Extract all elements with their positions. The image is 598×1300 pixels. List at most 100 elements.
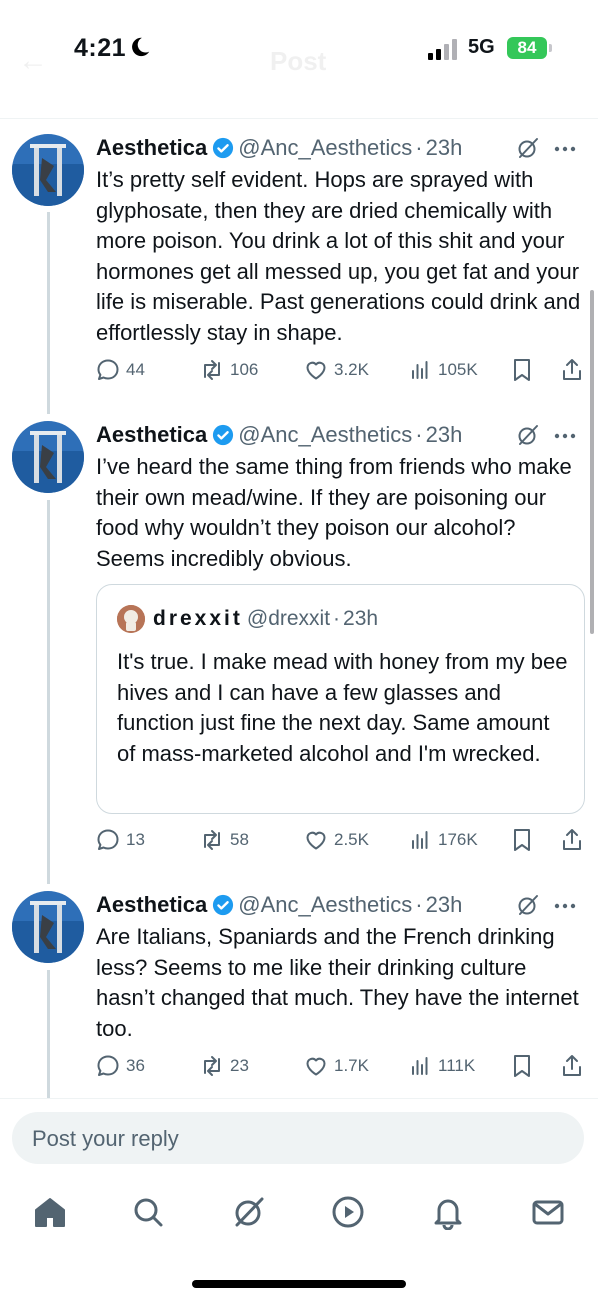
bottom-nav <box>0 1190 598 1236</box>
post-time[interactable]: 23h <box>426 422 463 448</box>
post[interactable]: Aesthetica @Anc_Aesthetics · 23h I’ve he… <box>0 421 598 861</box>
more-options-icon[interactable] <box>554 903 576 909</box>
reply-input[interactable]: Post your reply <box>12 1112 584 1164</box>
author-handle[interactable]: @Anc_Aesthetics <box>238 892 412 918</box>
post-time[interactable]: 23h <box>426 135 463 161</box>
repost-button[interactable]: 23 <box>200 1052 249 1080</box>
bookmark-icon[interactable] <box>510 357 534 383</box>
repost-icon <box>204 830 220 850</box>
back-arrow-icon[interactable]: ← <box>18 44 48 78</box>
repost-count: 58 <box>230 830 249 849</box>
analytics-icon <box>412 361 428 379</box>
post-header: Aesthetica @Anc_Aesthetics · 23h <box>96 891 584 919</box>
share-icon[interactable] <box>560 357 584 383</box>
author-name[interactable]: Aesthetica <box>96 892 207 918</box>
separator-dot: · <box>333 607 341 630</box>
heart-icon <box>306 831 326 850</box>
notifications-icon[interactable] <box>430 1194 466 1230</box>
home-indicator[interactable] <box>192 1280 406 1288</box>
more-options-icon[interactable] <box>554 146 576 152</box>
quoted-post-header: drexxit @drexxit · 23h <box>117 605 378 633</box>
author-handle[interactable]: @Anc_Aesthetics <box>238 422 412 448</box>
reply-icon <box>97 359 119 380</box>
repost-count: 106 <box>230 360 259 379</box>
view-count: 176K <box>438 830 478 849</box>
verified-badge-icon <box>213 424 234 446</box>
avatar[interactable] <box>12 891 84 963</box>
post-time[interactable]: 23h <box>426 892 463 918</box>
post-text: It’s pretty self evident. Hops are spray… <box>96 167 581 345</box>
quoted-post-time[interactable]: 23h <box>343 607 378 631</box>
grok-icon[interactable] <box>516 136 540 160</box>
post-text: Are Italians, Spaniards and the French d… <box>96 924 579 1041</box>
header-divider <box>0 118 598 119</box>
view-count: 111K <box>438 1056 476 1075</box>
grok-icon[interactable] <box>516 893 540 917</box>
author-name[interactable]: Aesthetica <box>96 135 207 161</box>
like-count: 3.2K <box>334 360 369 379</box>
avatar[interactable] <box>12 421 84 493</box>
share-icon[interactable] <box>560 827 584 853</box>
reply-count: 36 <box>126 1056 145 1075</box>
post-header: Aesthetica @Anc_Aesthetics · 23h <box>96 134 584 162</box>
repost-button[interactable]: 58 <box>200 826 249 854</box>
messages-icon[interactable] <box>530 1194 566 1230</box>
like-button[interactable]: 2.5K <box>304 826 369 854</box>
reply-button[interactable]: 44 <box>96 356 145 384</box>
heart-icon <box>306 361 326 380</box>
bookmark-icon[interactable] <box>510 1053 534 1079</box>
avatar[interactable] <box>12 134 84 206</box>
post[interactable]: Aesthetica @Anc_Aesthetics · 23h It’s pr… <box>0 134 598 394</box>
quoted-post-text: It's true. I make mead with honey from m… <box>117 649 568 766</box>
network-type: 5G <box>468 36 495 58</box>
search-icon[interactable] <box>130 1194 166 1230</box>
heart-icon <box>306 1057 326 1076</box>
share-icon[interactable] <box>560 1053 584 1079</box>
grok-icon[interactable] <box>516 423 540 447</box>
author-handle[interactable]: @Anc_Aesthetics <box>238 135 412 161</box>
more-options-icon[interactable] <box>554 433 576 439</box>
reply-divider <box>0 1098 598 1099</box>
verified-badge-icon <box>213 137 234 159</box>
quoted-avatar[interactable] <box>117 605 145 633</box>
repost-count: 23 <box>230 1056 249 1075</box>
battery-level: 84 <box>517 38 537 57</box>
views-button[interactable]: 176K <box>408 826 478 854</box>
like-button[interactable]: 1.7K <box>304 1052 369 1080</box>
reply-count: 44 <box>126 360 145 379</box>
reply-button[interactable]: 36 <box>96 1052 145 1080</box>
moon-icon <box>132 37 150 57</box>
reply-icon <box>97 1055 119 1076</box>
quoted-author-handle[interactable]: @drexxit <box>247 607 330 631</box>
like-count: 2.5K <box>334 830 369 849</box>
signal-icon <box>428 39 457 60</box>
separator-dot: · <box>415 422 423 447</box>
quoted-post[interactable]: drexxit @drexxit · 23h It's true. I make… <box>96 584 585 814</box>
header-title: Post <box>270 46 327 76</box>
post-actions: 44 106 3.2K 105K <box>96 356 586 384</box>
like-button[interactable]: 3.2K <box>304 356 369 384</box>
view-count: 105K <box>438 360 478 379</box>
post-header: Aesthetica @Anc_Aesthetics · 23h <box>96 421 584 449</box>
video-icon[interactable] <box>330 1194 366 1230</box>
separator-dot: · <box>415 892 423 917</box>
bookmark-icon[interactable] <box>510 827 534 853</box>
repost-button[interactable]: 106 <box>200 356 258 384</box>
author-name[interactable]: Aesthetica <box>96 422 207 448</box>
like-count: 1.7K <box>334 1056 369 1075</box>
scroll-indicator[interactable] <box>590 290 594 634</box>
views-button[interactable]: 111K <box>408 1052 475 1080</box>
quoted-author-name[interactable]: drexxit <box>153 607 243 631</box>
status-time: 4:21 <box>74 34 127 62</box>
grok-icon[interactable] <box>231 1194 267 1230</box>
post[interactable]: Aesthetica @Anc_Aesthetics · 23h Are Ita… <box>0 891 598 1091</box>
home-icon[interactable] <box>32 1194 68 1230</box>
repost-icon <box>204 1056 220 1076</box>
post-actions: 36 23 1.7K 111K <box>96 1052 586 1080</box>
reply-button[interactable]: 13 <box>96 826 145 854</box>
verified-badge-icon <box>213 894 234 916</box>
reply-icon <box>97 829 119 850</box>
post-actions: 13 58 2.5K 176K <box>96 826 586 854</box>
battery-indicator: 84 <box>507 37 552 59</box>
views-button[interactable]: 105K <box>408 356 478 384</box>
